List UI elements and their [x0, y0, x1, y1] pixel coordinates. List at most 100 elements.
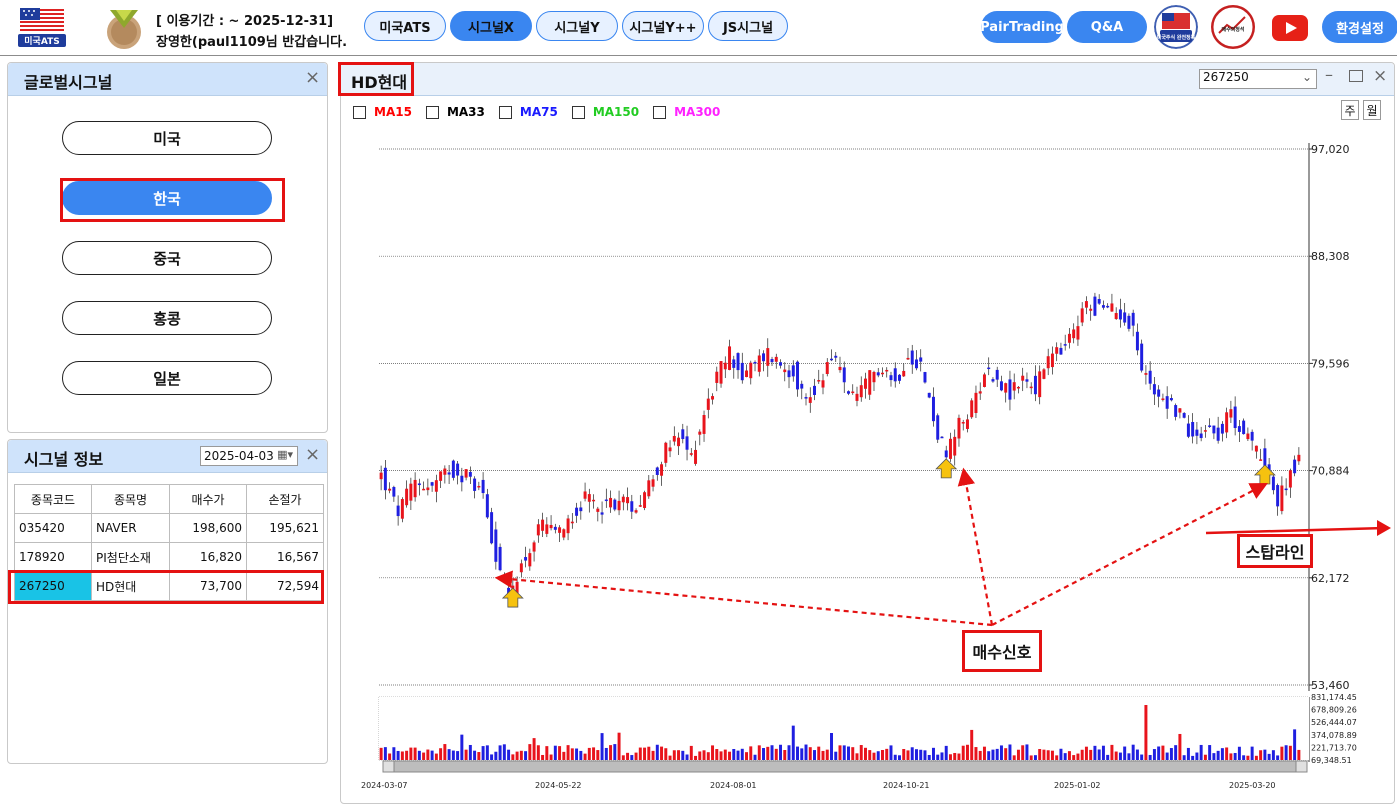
- candle-body: [1212, 425, 1216, 434]
- candle-body: [766, 348, 770, 366]
- candle-body: [889, 375, 893, 381]
- volume-bar: [600, 733, 604, 760]
- volume-bar: [553, 745, 557, 760]
- candle-body: [1012, 382, 1016, 391]
- market-us-button[interactable]: 미국: [62, 121, 272, 155]
- stop-line: [1205, 526, 1386, 535]
- candle-body: [651, 479, 655, 487]
- candle-body: [1152, 384, 1156, 395]
- candle-body: [1157, 389, 1161, 397]
- volume-bar: [842, 745, 846, 760]
- candle-body: [1038, 371, 1042, 398]
- volume-bar: [519, 750, 523, 760]
- price-chart[interactable]: 97,020 88,308 79,596 70,884 62,172 53,460831,…: [341, 63, 1396, 805]
- nav-signal-x-button[interactable]: 시그널X: [450, 11, 532, 41]
- volume-bar: [1225, 747, 1229, 760]
- youtube-icon[interactable]: [1271, 14, 1309, 42]
- volume-bar: [1259, 750, 1263, 760]
- candle-body: [940, 436, 944, 439]
- candle-body: [1008, 379, 1012, 400]
- stop-line-annotation: 스탑라인: [1237, 534, 1313, 568]
- volume-bar: [439, 748, 443, 760]
- volume-bar: [800, 748, 804, 760]
- volume-bar: [638, 747, 642, 760]
- volume-bar: [1063, 753, 1067, 760]
- candle-body: [706, 398, 710, 410]
- candle-body: [719, 361, 723, 384]
- close-icon[interactable]: ×: [305, 67, 320, 88]
- date-picker[interactable]: 2025-04-03 ▦▾: [200, 446, 298, 466]
- volume-bar: [889, 745, 893, 760]
- y-tick-label: 70,884: [1311, 465, 1350, 478]
- welcome-message: 장영한(paul1109님 반갑습니다.: [156, 35, 348, 50]
- candle-body: [910, 350, 914, 365]
- candle-body: [630, 501, 634, 512]
- cell-stop-price: 195,621: [246, 513, 324, 543]
- volume-bar: [715, 749, 719, 760]
- candle-body: [736, 353, 740, 371]
- candle-body: [1089, 308, 1093, 311]
- candle-body: [1169, 398, 1173, 401]
- y-tick-label: 97,020: [1311, 143, 1350, 156]
- global-signal-title: 글로벌시그널: [24, 73, 113, 92]
- candle-body: [1148, 370, 1152, 384]
- candle-body: [1242, 420, 1246, 435]
- table-row[interactable]: 035420 NAVER 198,600 195,621: [14, 513, 324, 543]
- volume-bar: [668, 755, 672, 760]
- market-japan-button[interactable]: 일본: [62, 361, 272, 395]
- volume-bar: [1288, 745, 1292, 760]
- table-row[interactable]: 178920 PI첨단소재 16,820 16,567: [14, 542, 324, 572]
- candle-body: [468, 471, 472, 477]
- calendar-dropdown-icon[interactable]: ▦▾: [277, 448, 293, 461]
- candle-body: [570, 521, 574, 524]
- buy-rule-logo[interactable]: 매수의정석: [1211, 5, 1255, 49]
- candle-body: [982, 374, 986, 387]
- volume-bar: [562, 751, 566, 760]
- app-logo[interactable]: 미국ATS: [14, 4, 70, 50]
- candle-body: [664, 442, 668, 463]
- candle-body: [579, 507, 583, 512]
- candle-body: [821, 380, 825, 388]
- candle-body: [779, 362, 783, 366]
- nav-signal-ypp-button[interactable]: 시그널Y++: [622, 11, 704, 41]
- volume-bar: [596, 750, 600, 760]
- candle-body: [830, 358, 833, 361]
- candle-body: [970, 400, 974, 418]
- global-signal-panel: 글로벌시그널 × 미국 한국 중국 홍콩 일본: [7, 62, 328, 433]
- volume-bar: [859, 745, 863, 760]
- volume-bar: [460, 734, 464, 760]
- candle-body: [536, 524, 540, 536]
- candle-body: [753, 362, 757, 364]
- candle-body: [634, 510, 638, 513]
- volume-bar: [698, 751, 702, 760]
- market-hongkong-button[interactable]: 홍콩: [62, 301, 272, 335]
- candle-body: [885, 369, 889, 372]
- us-stock-mastery-logo[interactable]: 미국주식 완전정복: [1154, 5, 1198, 49]
- candle-body: [953, 436, 957, 456]
- pair-trading-button[interactable]: PairTrading: [980, 11, 1064, 43]
- candle-body: [485, 494, 489, 518]
- candle-body: [1016, 386, 1020, 389]
- nav-us-ats-button[interactable]: 미국ATS: [364, 11, 446, 41]
- candle-body: [621, 496, 625, 503]
- candle-body: [609, 497, 613, 508]
- volume-bar: [1203, 754, 1207, 760]
- nav-signal-y-button[interactable]: 시그널Y: [536, 11, 618, 41]
- candle-body: [1114, 313, 1118, 319]
- volume-bar: [464, 749, 468, 760]
- qa-button[interactable]: Q&A: [1067, 11, 1147, 43]
- volume-bar: [897, 755, 901, 760]
- nav-js-signal-button[interactable]: JS시그널: [708, 11, 788, 41]
- settings-button[interactable]: 환경설정: [1322, 11, 1397, 43]
- candle-body: [626, 497, 630, 504]
- close-icon[interactable]: ×: [305, 444, 320, 465]
- volume-bar: [400, 751, 404, 760]
- market-china-button[interactable]: 중국: [62, 241, 272, 275]
- volume-bar: [1131, 744, 1135, 760]
- candle-body: [1050, 353, 1054, 368]
- candle-body: [732, 359, 736, 368]
- volume-bar: [613, 744, 617, 760]
- candle-body: [660, 464, 664, 476]
- volume-bar: [473, 750, 477, 760]
- volume-bar: [902, 748, 906, 760]
